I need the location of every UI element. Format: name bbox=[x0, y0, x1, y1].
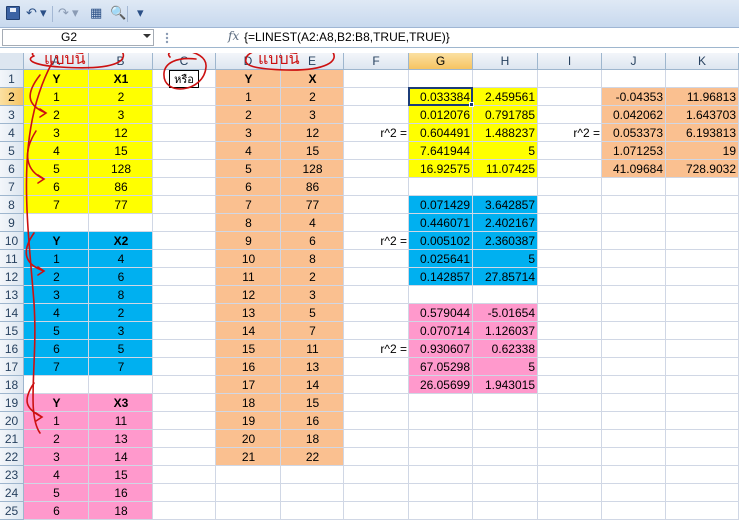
name-box[interactable]: G2 bbox=[2, 29, 154, 46]
undo-dropdown-icon[interactable]: ▾ bbox=[40, 5, 47, 22]
toolbar-separator bbox=[127, 6, 128, 22]
chart-icon[interactable]: ▦ bbox=[90, 5, 102, 22]
name-box-dropdown-icon[interactable] bbox=[143, 34, 151, 38]
insert-function-icon[interactable]: fx bbox=[228, 29, 239, 43]
ink-arrow-row6 bbox=[26, 130, 46, 184]
undo-icon[interactable]: ↶ bbox=[26, 5, 37, 22]
customize-toolbar-icon[interactable]: ▾ bbox=[137, 5, 144, 22]
redo-dropdown-icon[interactable]: ▾ bbox=[72, 5, 79, 22]
worksheet-grid[interactable]: A B C D E F G H I J K 1 2 3 4 5 6 7 8 9 10 11 12 13 14 15 16 17 18 19… bbox=[0, 53, 739, 520]
redo-icon[interactable]: ↷ bbox=[58, 5, 69, 22]
or-ink-circle bbox=[163, 53, 207, 90]
quick-access-toolbar: ↶ ▾ ↷ ▾ ▦ 🔍 ▾ bbox=[0, 0, 739, 28]
ink-annotations bbox=[25, 53, 335, 434]
right-ink-label: แบบนี้ bbox=[258, 53, 300, 68]
formula-input[interactable]: {=LINEST(A2:A8,B2:B8,TRUE,TRUE)} bbox=[244, 29, 450, 47]
left-ink-long-stroke bbox=[25, 62, 53, 434]
toolbar-separator bbox=[52, 6, 53, 22]
save-icon[interactable] bbox=[6, 6, 20, 20]
formula-bar-separator bbox=[165, 32, 169, 44]
left-ink-label: แบบนี้ bbox=[44, 53, 86, 68]
print-preview-icon[interactable]: 🔍 bbox=[110, 5, 126, 22]
formula-bar: G2 fx {=LINEST(A2:A8,B2:B8,TRUE,TRUE)} bbox=[0, 28, 739, 48]
